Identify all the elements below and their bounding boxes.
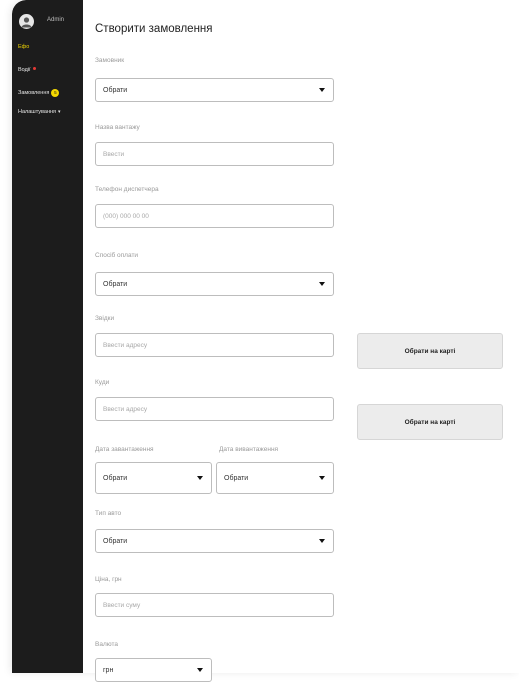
to-address-input[interactable]: Ввести адресу (95, 397, 334, 421)
dropdown-arrow-icon (197, 668, 203, 672)
customer-label: Замовник (95, 57, 125, 64)
unload-date-select[interactable]: Обрати (216, 462, 334, 494)
cargo-name-input[interactable]: Ввести (95, 142, 334, 166)
to-map-button[interactable]: Обрати на карті (357, 404, 503, 440)
to-label: Куди (95, 379, 110, 386)
sidebar: Admin Ефо Водії Замовлення 5 Налаштуванн… (12, 0, 83, 673)
dispatcher-phone-placeholder: (000) 000 00 00 (103, 212, 149, 220)
dispatcher-phone-label: Телефон диспетчера (95, 186, 159, 193)
load-date-label: Дата завантаження (95, 446, 154, 453)
payment-method-value: Обрати (103, 280, 128, 288)
sidebar-item-label: Налаштування (18, 109, 57, 115)
vehicle-type-label: Тип авто (95, 510, 122, 517)
payment-method-select[interactable]: Обрати (95, 272, 334, 296)
dispatcher-phone-input[interactable]: (000) 000 00 00 (95, 204, 334, 228)
currency-select[interactable]: грн (95, 658, 212, 682)
customer-select-value: Обрати (103, 86, 128, 94)
price-label: Ціна, грн (95, 576, 122, 583)
dropdown-arrow-icon (319, 282, 325, 286)
vehicle-type-value: Обрати (103, 537, 128, 545)
customer-select[interactable]: Обрати (95, 78, 334, 102)
price-placeholder: Ввести суму (103, 601, 141, 609)
to-address-placeholder: Ввести адресу (103, 405, 148, 413)
unload-date-label: Дата вивантаження (219, 446, 279, 453)
load-date-value: Обрати (103, 474, 128, 482)
sidebar-item-drivers[interactable]: Водії (18, 67, 36, 73)
page-title: Створити замовлення (95, 23, 213, 35)
sidebar-item-label: Замовлення (18, 90, 50, 96)
notification-dot (32, 67, 36, 70)
sidebar-item-efo[interactable]: Ефо (18, 44, 29, 50)
payment-method-label: Спосіб оплати (95, 252, 139, 259)
from-label: Звідки (95, 315, 115, 322)
chevron-down-icon: ▾ (58, 109, 61, 115)
sidebar-item-label: Ефо (18, 44, 30, 50)
from-map-button[interactable]: Обрати на карті (357, 333, 503, 369)
currency-label: Валюта (95, 641, 118, 648)
unload-date-value: Обрати (224, 474, 249, 482)
price-input[interactable]: Ввести суму (95, 593, 334, 617)
sidebar-user[interactable]: Admin (19, 14, 81, 30)
cargo-name-placeholder: Ввести (103, 150, 125, 158)
currency-value: грн (103, 666, 114, 674)
avatar-icon (19, 14, 34, 29)
admin-name: Admin (47, 17, 65, 23)
load-date-select[interactable]: Обрати (95, 462, 212, 494)
sidebar-item-settings[interactable]: Налаштування ▾ (18, 109, 61, 115)
from-address-input[interactable]: Ввести адресу (95, 333, 334, 357)
vehicle-type-select[interactable]: Обрати (95, 529, 334, 553)
from-address-placeholder: Ввести адресу (103, 341, 148, 349)
dropdown-arrow-icon (319, 476, 325, 480)
orders-count-badge: 5 (51, 89, 60, 97)
sidebar-item-orders[interactable]: Замовлення 5 (18, 89, 60, 97)
cargo-name-label: Назва вантажу (95, 124, 140, 131)
dropdown-arrow-icon (319, 539, 325, 543)
dropdown-arrow-icon (197, 476, 203, 480)
dropdown-arrow-icon (319, 88, 325, 92)
sidebar-item-label: Водії (18, 67, 31, 73)
